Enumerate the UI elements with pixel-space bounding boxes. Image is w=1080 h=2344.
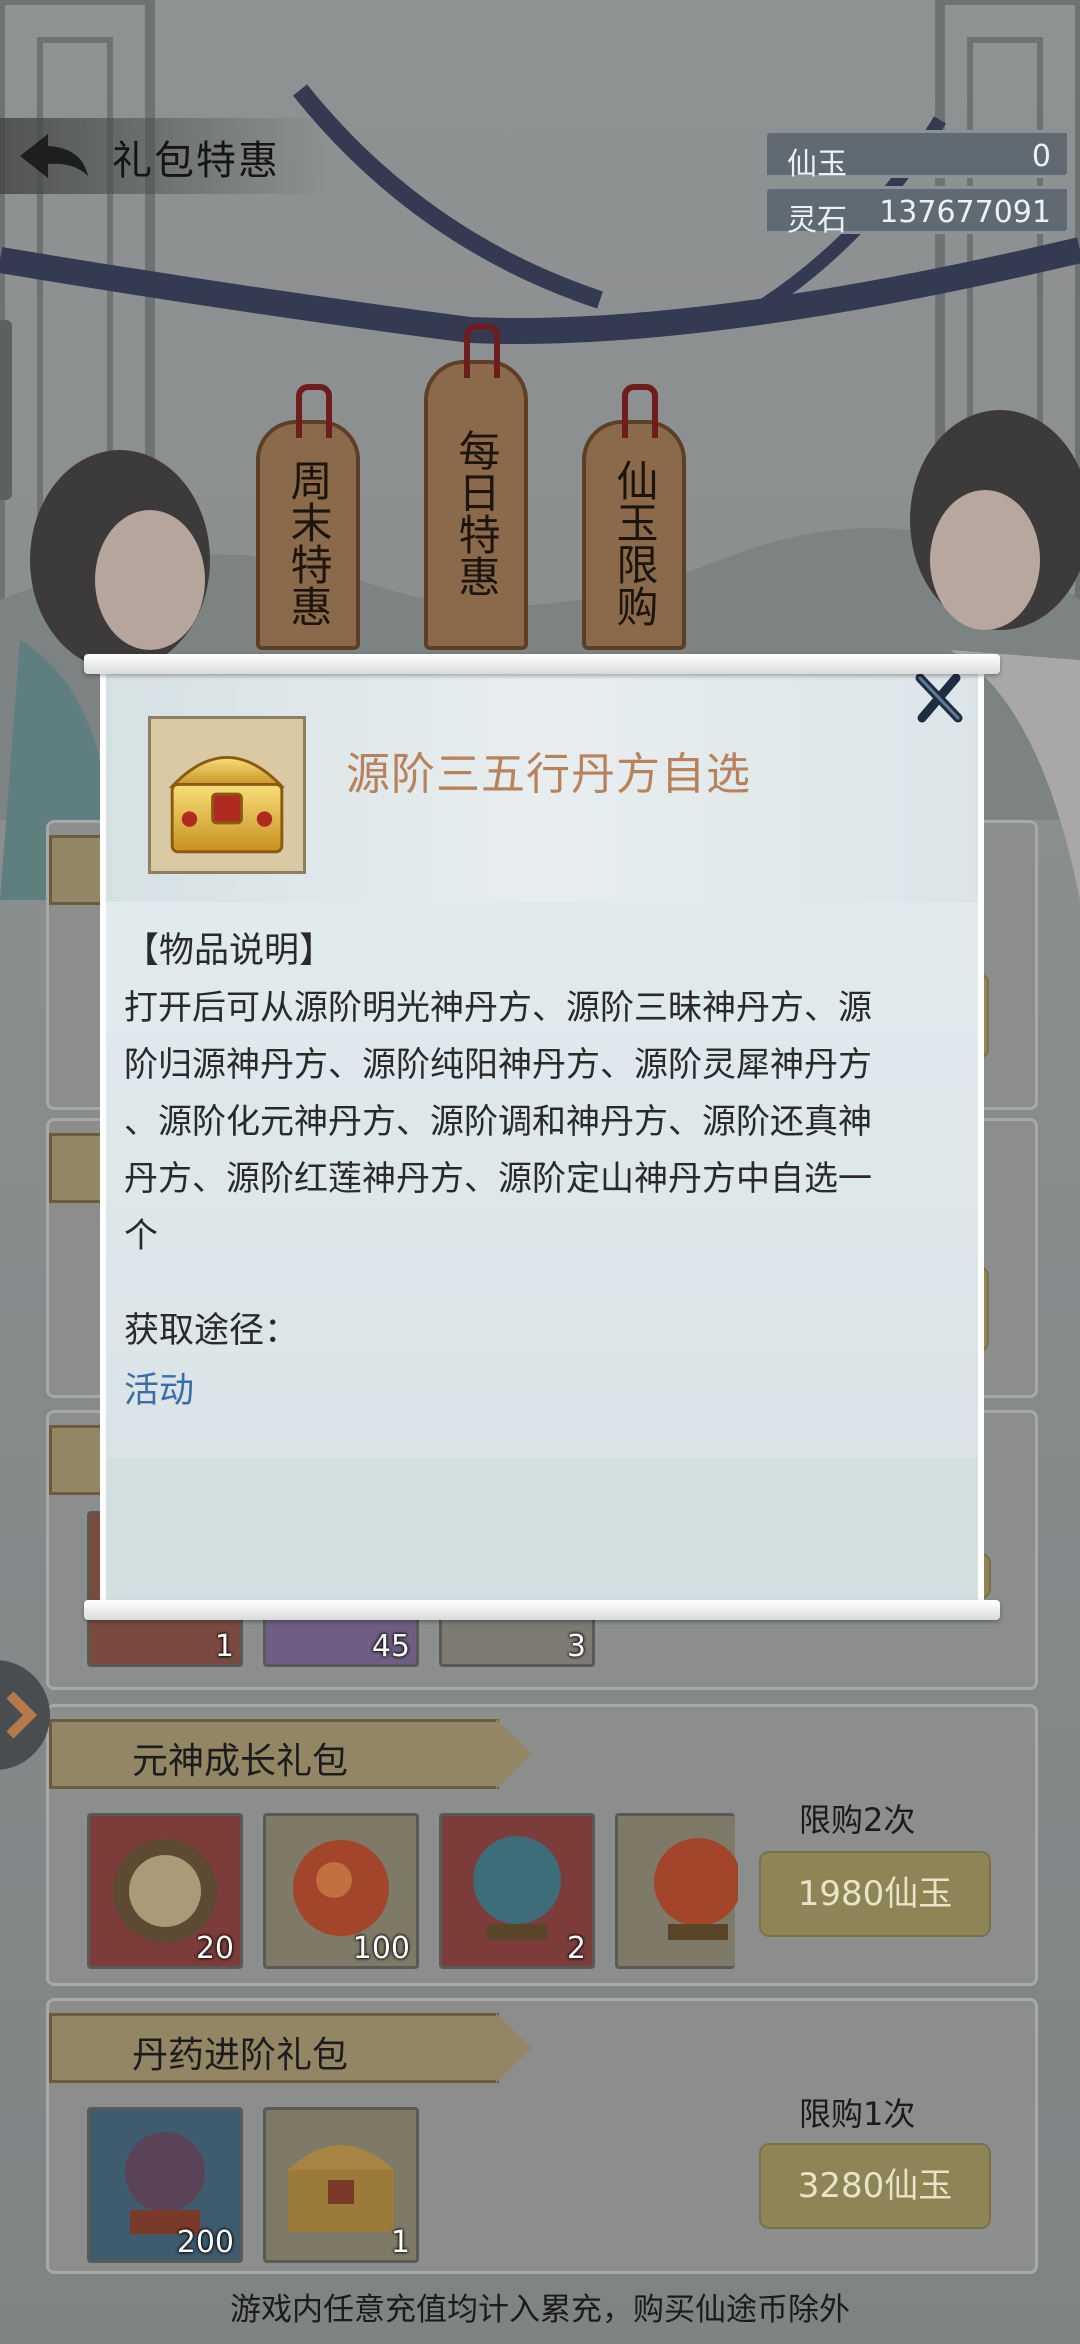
close-button[interactable]	[908, 668, 968, 728]
buy-button[interactable]: 1980仙玉	[759, 1851, 991, 1937]
pack-item[interactable]	[615, 1813, 742, 1969]
tag-label: 仙玉限购	[610, 459, 659, 627]
dialog-body: 源阶三五行丹方自选 【物品说明】 打开后可从源阶明光神丹方、源阶三昧神丹方、源 …	[100, 668, 984, 1608]
pack-item[interactable]: 1	[263, 2107, 419, 2263]
pack-title: 丹药进阶礼包	[132, 2035, 349, 2076]
tag-xianyu-limited[interactable]: 仙玉限购	[582, 384, 686, 650]
item-count: 200	[176, 2225, 234, 2260]
tag-label: 周末特惠	[284, 459, 333, 627]
currency-lingshi: 灵石 137677091	[764, 186, 1070, 238]
description-header: 【物品说明】	[124, 931, 335, 971]
tag-weekend-deal[interactable]: 周末特惠	[256, 384, 360, 650]
treasure-chest-icon	[151, 719, 303, 871]
buy-button[interactable]: 3280仙玉	[759, 2143, 991, 2229]
currency-value: 0	[1031, 139, 1051, 174]
item-count: 100	[352, 1931, 410, 1966]
back-arrow-icon	[20, 134, 88, 178]
side-expand-handle[interactable]	[0, 1660, 50, 1770]
description-line: 丹方、源阶红莲神丹方、源阶定山神丹方中自选一	[124, 1159, 872, 1199]
description-line: 阶归源神丹方、源阶纯阳神丹方、源阶灵犀神丹方	[124, 1045, 872, 1085]
source-header: 获取途径：	[124, 1311, 300, 1351]
header-bar: 礼包特惠	[0, 118, 330, 194]
tag-daily-deal[interactable]: 每日特惠	[424, 324, 528, 650]
tag-label: 每日特惠	[452, 429, 501, 597]
source-link-activity[interactable]: 活动	[124, 1362, 194, 1413]
pack-item[interactable]: 20	[87, 1813, 243, 1969]
footer-note: 游戏内任意充值均计入累充，购买仙途币除外	[230, 2292, 850, 2328]
red-orb-icon	[654, 1838, 742, 1940]
banner-notch	[496, 2013, 532, 2083]
purchase-limit: 限购2次	[799, 1801, 916, 1839]
item-description: 打开后可从源阶明光神丹方、源阶三昧神丹方、源 阶归源神丹方、源阶纯阳神丹方、源阶…	[124, 980, 974, 1265]
pack-banner: 丹药进阶礼包	[49, 2013, 532, 2083]
banner-notch	[496, 1719, 532, 1789]
pack-panel-2: 元神成长礼包 20 100 2 限购2次 1980仙玉	[46, 1704, 1038, 1986]
item-count: 1	[214, 1629, 234, 1664]
pack-title: 元神成长礼包	[132, 1741, 349, 1782]
page-title: 礼包特惠	[112, 138, 280, 184]
currency-xianyu: 仙玉 0	[764, 130, 1070, 182]
left-side-tab[interactable]	[0, 320, 12, 500]
pack-item[interactable]: 2	[439, 1813, 595, 1969]
description-line: 打开后可从源阶明光神丹方、源阶三昧神丹方、源	[124, 988, 872, 1028]
purchase-limit: 限购1次	[799, 2095, 916, 2133]
description-line: 个	[124, 1216, 158, 1256]
item-count: 1	[390, 2225, 410, 2260]
item-name: 源阶三五行丹方自选	[346, 749, 751, 800]
pack-banner: 元神成长礼包	[49, 1719, 532, 1789]
close-icon	[915, 673, 963, 723]
dialog-footer-strip	[106, 1458, 978, 1598]
currency-name: 灵石	[787, 203, 847, 238]
pack-item[interactable]: 100	[263, 1813, 419, 1969]
back-button[interactable]	[14, 126, 94, 186]
item-count: 45	[371, 1629, 410, 1664]
item-detail-dialog: 源阶三五行丹方自选 【物品说明】 打开后可从源阶明光神丹方、源阶三昧神丹方、源 …	[84, 654, 1000, 1620]
item-count: 3	[566, 1629, 586, 1664]
currency-name: 仙玉	[787, 147, 847, 182]
item-count: 2	[566, 1931, 586, 1966]
scroll-rod-bottom	[84, 1600, 1000, 1620]
description-line: 、源阶化元神丹方、源阶调和神丹方、源阶还真神	[124, 1102, 872, 1142]
pack-item[interactable]: 200	[87, 2107, 243, 2263]
refresh-arrow-icon	[6, 1691, 38, 1739]
item-count: 20	[195, 1931, 234, 1966]
scroll-rod-top	[84, 654, 1000, 674]
currency-value: 137677091	[879, 195, 1051, 230]
item-icon-frame	[148, 716, 306, 874]
pack-panel-3: 丹药进阶礼包 200 1 限购1次 3280仙玉	[46, 1998, 1038, 2274]
